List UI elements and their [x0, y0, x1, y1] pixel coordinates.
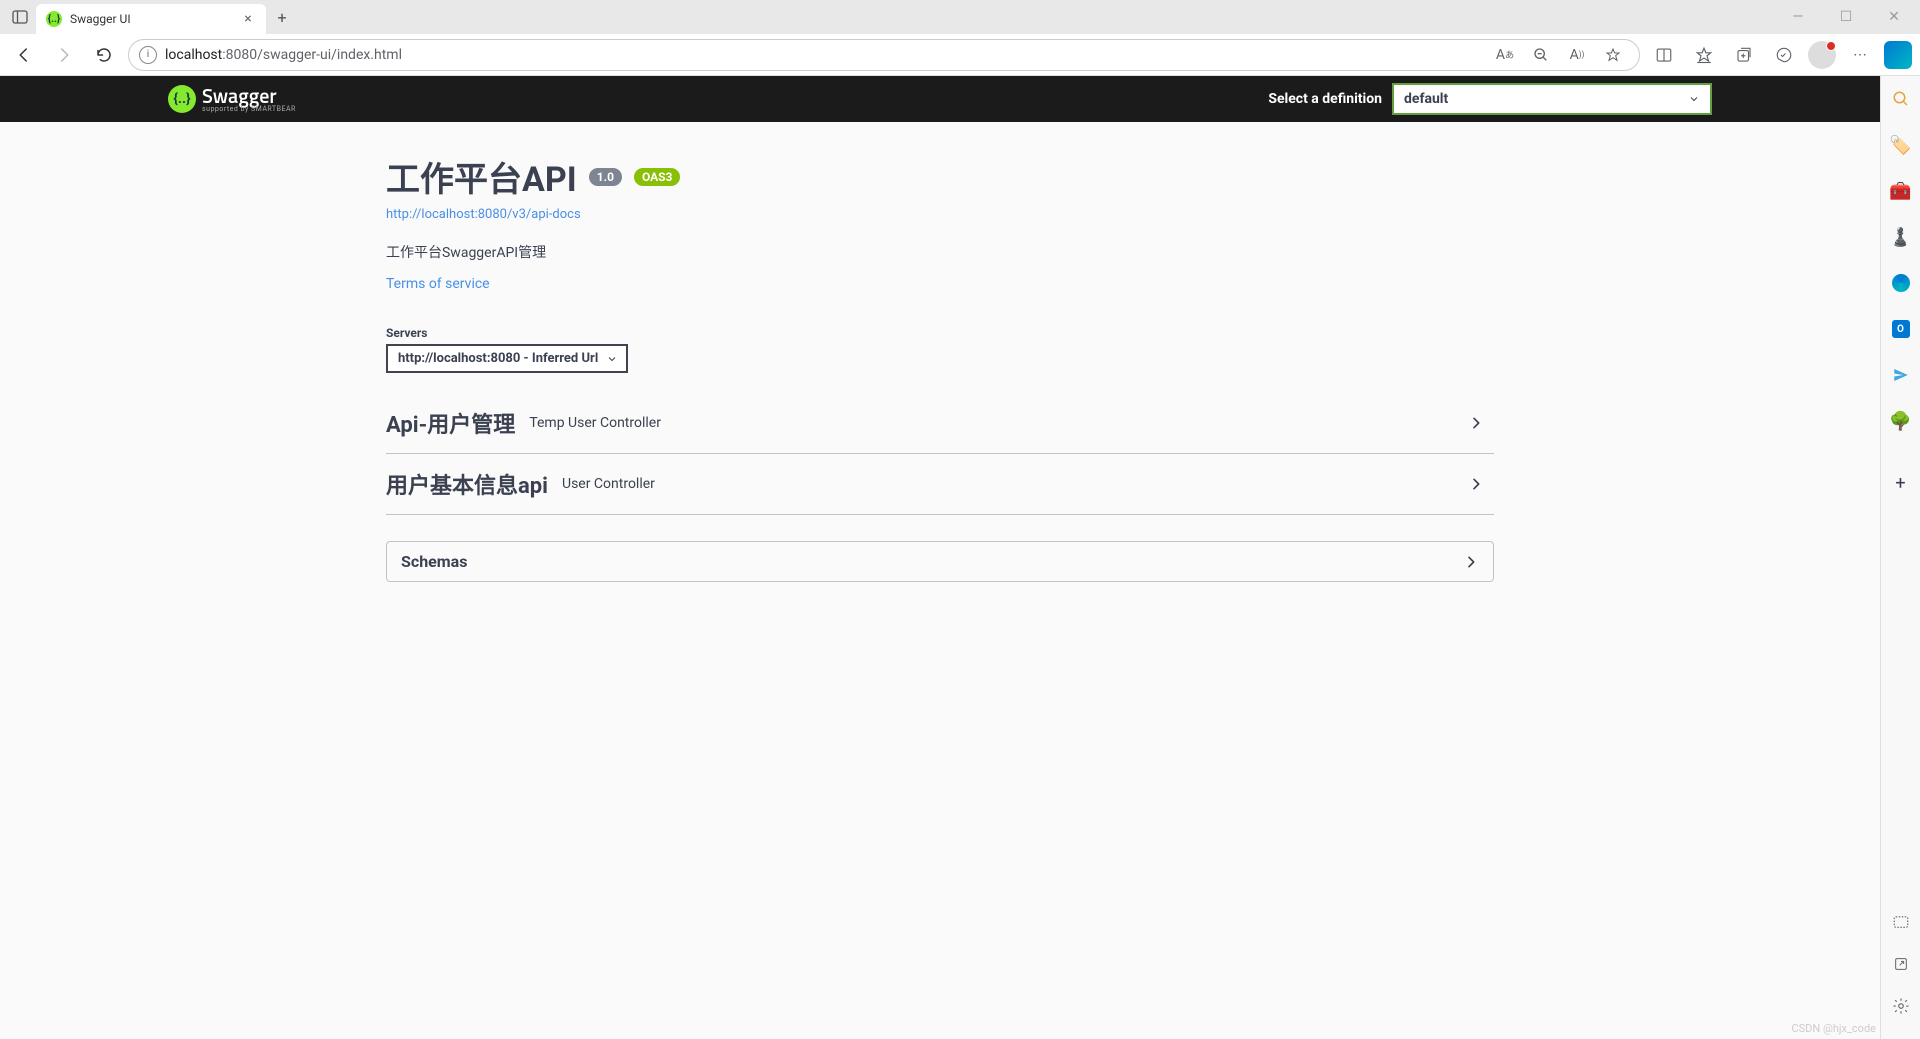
copilot-sidebar-icon[interactable] [1890, 272, 1912, 294]
chevron-right-icon [1463, 554, 1479, 570]
swagger-favicon-icon: {..} [46, 11, 62, 27]
browser-tab[interactable]: {..} Swagger UI × [36, 4, 266, 34]
search-icon[interactable] [1890, 88, 1912, 110]
swagger-logo-icon: {..} [168, 85, 196, 113]
schemas-title: Schemas [401, 552, 467, 571]
read-aloud-icon[interactable]: A)) [1561, 39, 1593, 71]
tab-title: Swagger UI [70, 12, 232, 26]
tree-icon[interactable]: 🌳 [1890, 410, 1912, 432]
split-screen-icon[interactable] [1648, 39, 1680, 71]
browser-sidebar: 🏷️ 🧰 ♟️ O 🌳 + [1880, 76, 1920, 1039]
definition-label: Select a definition [1268, 91, 1382, 107]
tag-name: Api-用户管理 [386, 407, 515, 439]
swagger-logo-text: Swagger [202, 86, 296, 106]
chevron-right-icon [1468, 415, 1494, 431]
shopping-icon[interactable]: 🏷️ [1890, 134, 1912, 156]
oas-badge: OAS3 [634, 168, 681, 186]
new-tab-button[interactable]: + [268, 3, 296, 31]
games-icon[interactable]: ♟️ [1890, 226, 1912, 248]
chevron-right-icon [1468, 476, 1494, 492]
screenshot-icon[interactable] [1890, 911, 1912, 933]
tag-section[interactable]: Api-用户管理 Temp User Controller [386, 393, 1494, 454]
watermark: CSDN @hjx_code [1791, 1022, 1876, 1035]
more-button[interactable]: ⋯ [1844, 39, 1876, 71]
servers-section: Servers http://localhost:8080 - Inferred… [386, 312, 1494, 393]
back-button[interactable] [8, 39, 40, 71]
settings-icon[interactable] [1890, 995, 1912, 1017]
tab-actions-button[interactable] [6, 3, 34, 31]
swagger-topbar: {..} Swagger supported by SMARTBEAR Sele… [0, 76, 1880, 122]
schemas-section[interactable]: Schemas [386, 541, 1494, 582]
refresh-button[interactable] [88, 39, 120, 71]
chevron-down-icon [606, 353, 618, 365]
favorites-bar-icon[interactable] [1688, 39, 1720, 71]
minimize-button[interactable]: — [1778, 3, 1818, 31]
swagger-logo[interactable]: {..} Swagger supported by SMARTBEAR [168, 85, 296, 113]
zoom-out-icon[interactable] [1525, 39, 1557, 71]
send-icon[interactable] [1890, 364, 1912, 386]
maximize-button[interactable]: ☐ [1826, 3, 1866, 31]
copilot-icon[interactable] [1884, 41, 1912, 69]
forward-button[interactable] [48, 39, 80, 71]
performance-icon[interactable] [1768, 39, 1800, 71]
api-description: 工作平台SwaggerAPI管理 [386, 242, 1494, 262]
outlook-icon[interactable]: O [1890, 318, 1912, 340]
favorite-icon[interactable] [1597, 39, 1629, 71]
server-select[interactable]: http://localhost:8080 - Inferred Url [386, 344, 628, 373]
collections-icon[interactable] [1728, 39, 1760, 71]
terms-of-service-link[interactable]: Terms of service [386, 276, 1494, 292]
url-text: localhost:8080/swagger-ui/index.html [165, 47, 402, 63]
api-docs-link[interactable]: http://localhost:8080/v3/api-docs [386, 207, 1494, 222]
profile-button[interactable] [1808, 41, 1836, 69]
site-info-icon[interactable]: i [139, 46, 157, 64]
servers-label: Servers [386, 326, 1494, 340]
page-content[interactable]: {..} Swagger supported by SMARTBEAR Sele… [0, 76, 1880, 1039]
translate-icon[interactable]: Aあ [1489, 39, 1521, 71]
definition-select[interactable]: default [1392, 83, 1712, 115]
close-tab-button[interactable]: × [240, 11, 256, 27]
external-link-icon[interactable] [1890, 953, 1912, 975]
tag-desc: Temp User Controller [529, 415, 661, 431]
address-bar[interactable]: i localhost:8080/swagger-ui/index.html A… [128, 39, 1640, 71]
api-title: 工作平台API [386, 152, 577, 201]
version-badge: 1.0 [589, 168, 622, 186]
tag-name: 用户基本信息api [386, 468, 548, 500]
tag-section[interactable]: 用户基本信息api User Controller [386, 454, 1494, 515]
add-sidebar-icon[interactable]: + [1890, 472, 1912, 494]
chevron-down-icon [1688, 93, 1700, 105]
swagger-logo-sub: supported by SMARTBEAR [202, 106, 296, 113]
browser-nav-bar: i localhost:8080/swagger-ui/index.html A… [0, 34, 1920, 76]
browser-tab-bar: {..} Swagger UI × + — ☐ ✕ [0, 0, 1920, 34]
close-window-button[interactable]: ✕ [1874, 3, 1914, 31]
tag-desc: User Controller [562, 476, 655, 492]
toolbox-icon[interactable]: 🧰 [1890, 180, 1912, 202]
info-section: 工作平台API 1.0 OAS3 http://localhost:8080/v… [386, 122, 1494, 312]
